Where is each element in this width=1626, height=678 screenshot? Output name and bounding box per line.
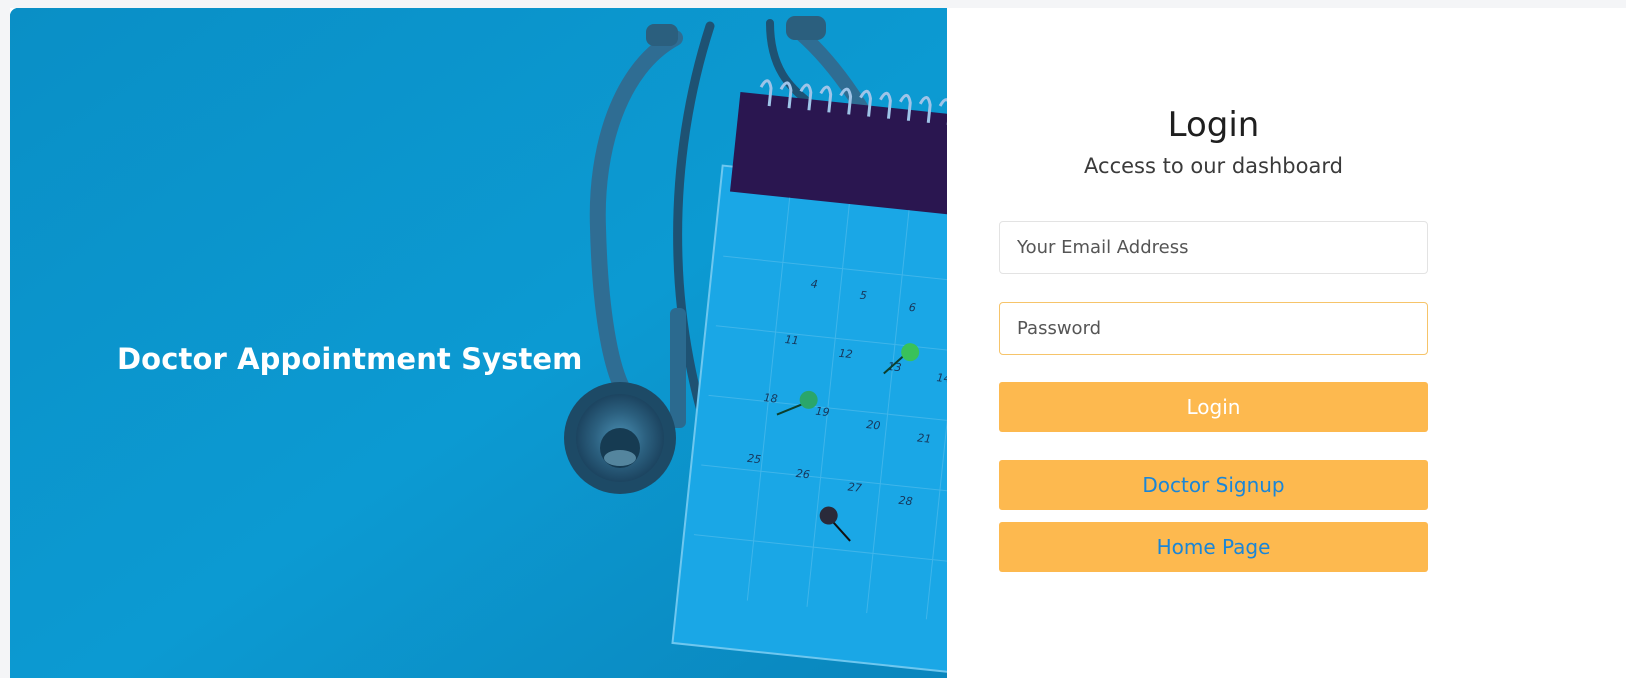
calendar-number: 11 <box>784 333 799 347</box>
calendar-number: 21 <box>917 431 932 445</box>
login-panel: Login Access to our dashboard Login Doct… <box>947 8 1626 678</box>
calendar-number: 25 <box>747 452 762 466</box>
login-title: Login <box>1167 105 1260 145</box>
hero-panel: 4 5 6 11 12 13 14 18 19 20 21 25 26 27 2… <box>10 8 947 678</box>
login-button[interactable]: Login <box>999 382 1428 432</box>
stethoscope-chestpiece <box>564 382 676 494</box>
login-subtitle: Access to our dashboard <box>1084 154 1343 178</box>
calendar-number: 18 <box>763 391 778 405</box>
doctor-signup-button[interactable]: Doctor Signup <box>999 460 1428 510</box>
password-input[interactable] <box>999 302 1428 355</box>
calendar-number: 20 <box>866 418 881 432</box>
login-form: Login Access to our dashboard Login Doct… <box>999 103 1428 572</box>
page-wrapper: 4 5 6 11 12 13 14 18 19 20 21 25 26 27 2… <box>10 8 1626 678</box>
home-page-button[interactable]: Home Page <box>999 522 1428 572</box>
calendar-number: 19 <box>815 405 830 419</box>
brand-title: Doctor Appointment System <box>117 342 583 376</box>
calendar-number: 14 <box>936 371 947 385</box>
calendar-number: 28 <box>898 494 913 508</box>
calendar-number: 13 <box>887 360 902 374</box>
email-input[interactable] <box>999 221 1428 274</box>
calendar-number: 26 <box>795 467 810 481</box>
calendar-number: 12 <box>838 347 853 361</box>
calendar-number: 6 <box>908 301 916 315</box>
calendar-number: 27 <box>847 480 862 494</box>
calendar-number: 5 <box>859 289 867 303</box>
calendar-number: 4 <box>810 277 818 291</box>
